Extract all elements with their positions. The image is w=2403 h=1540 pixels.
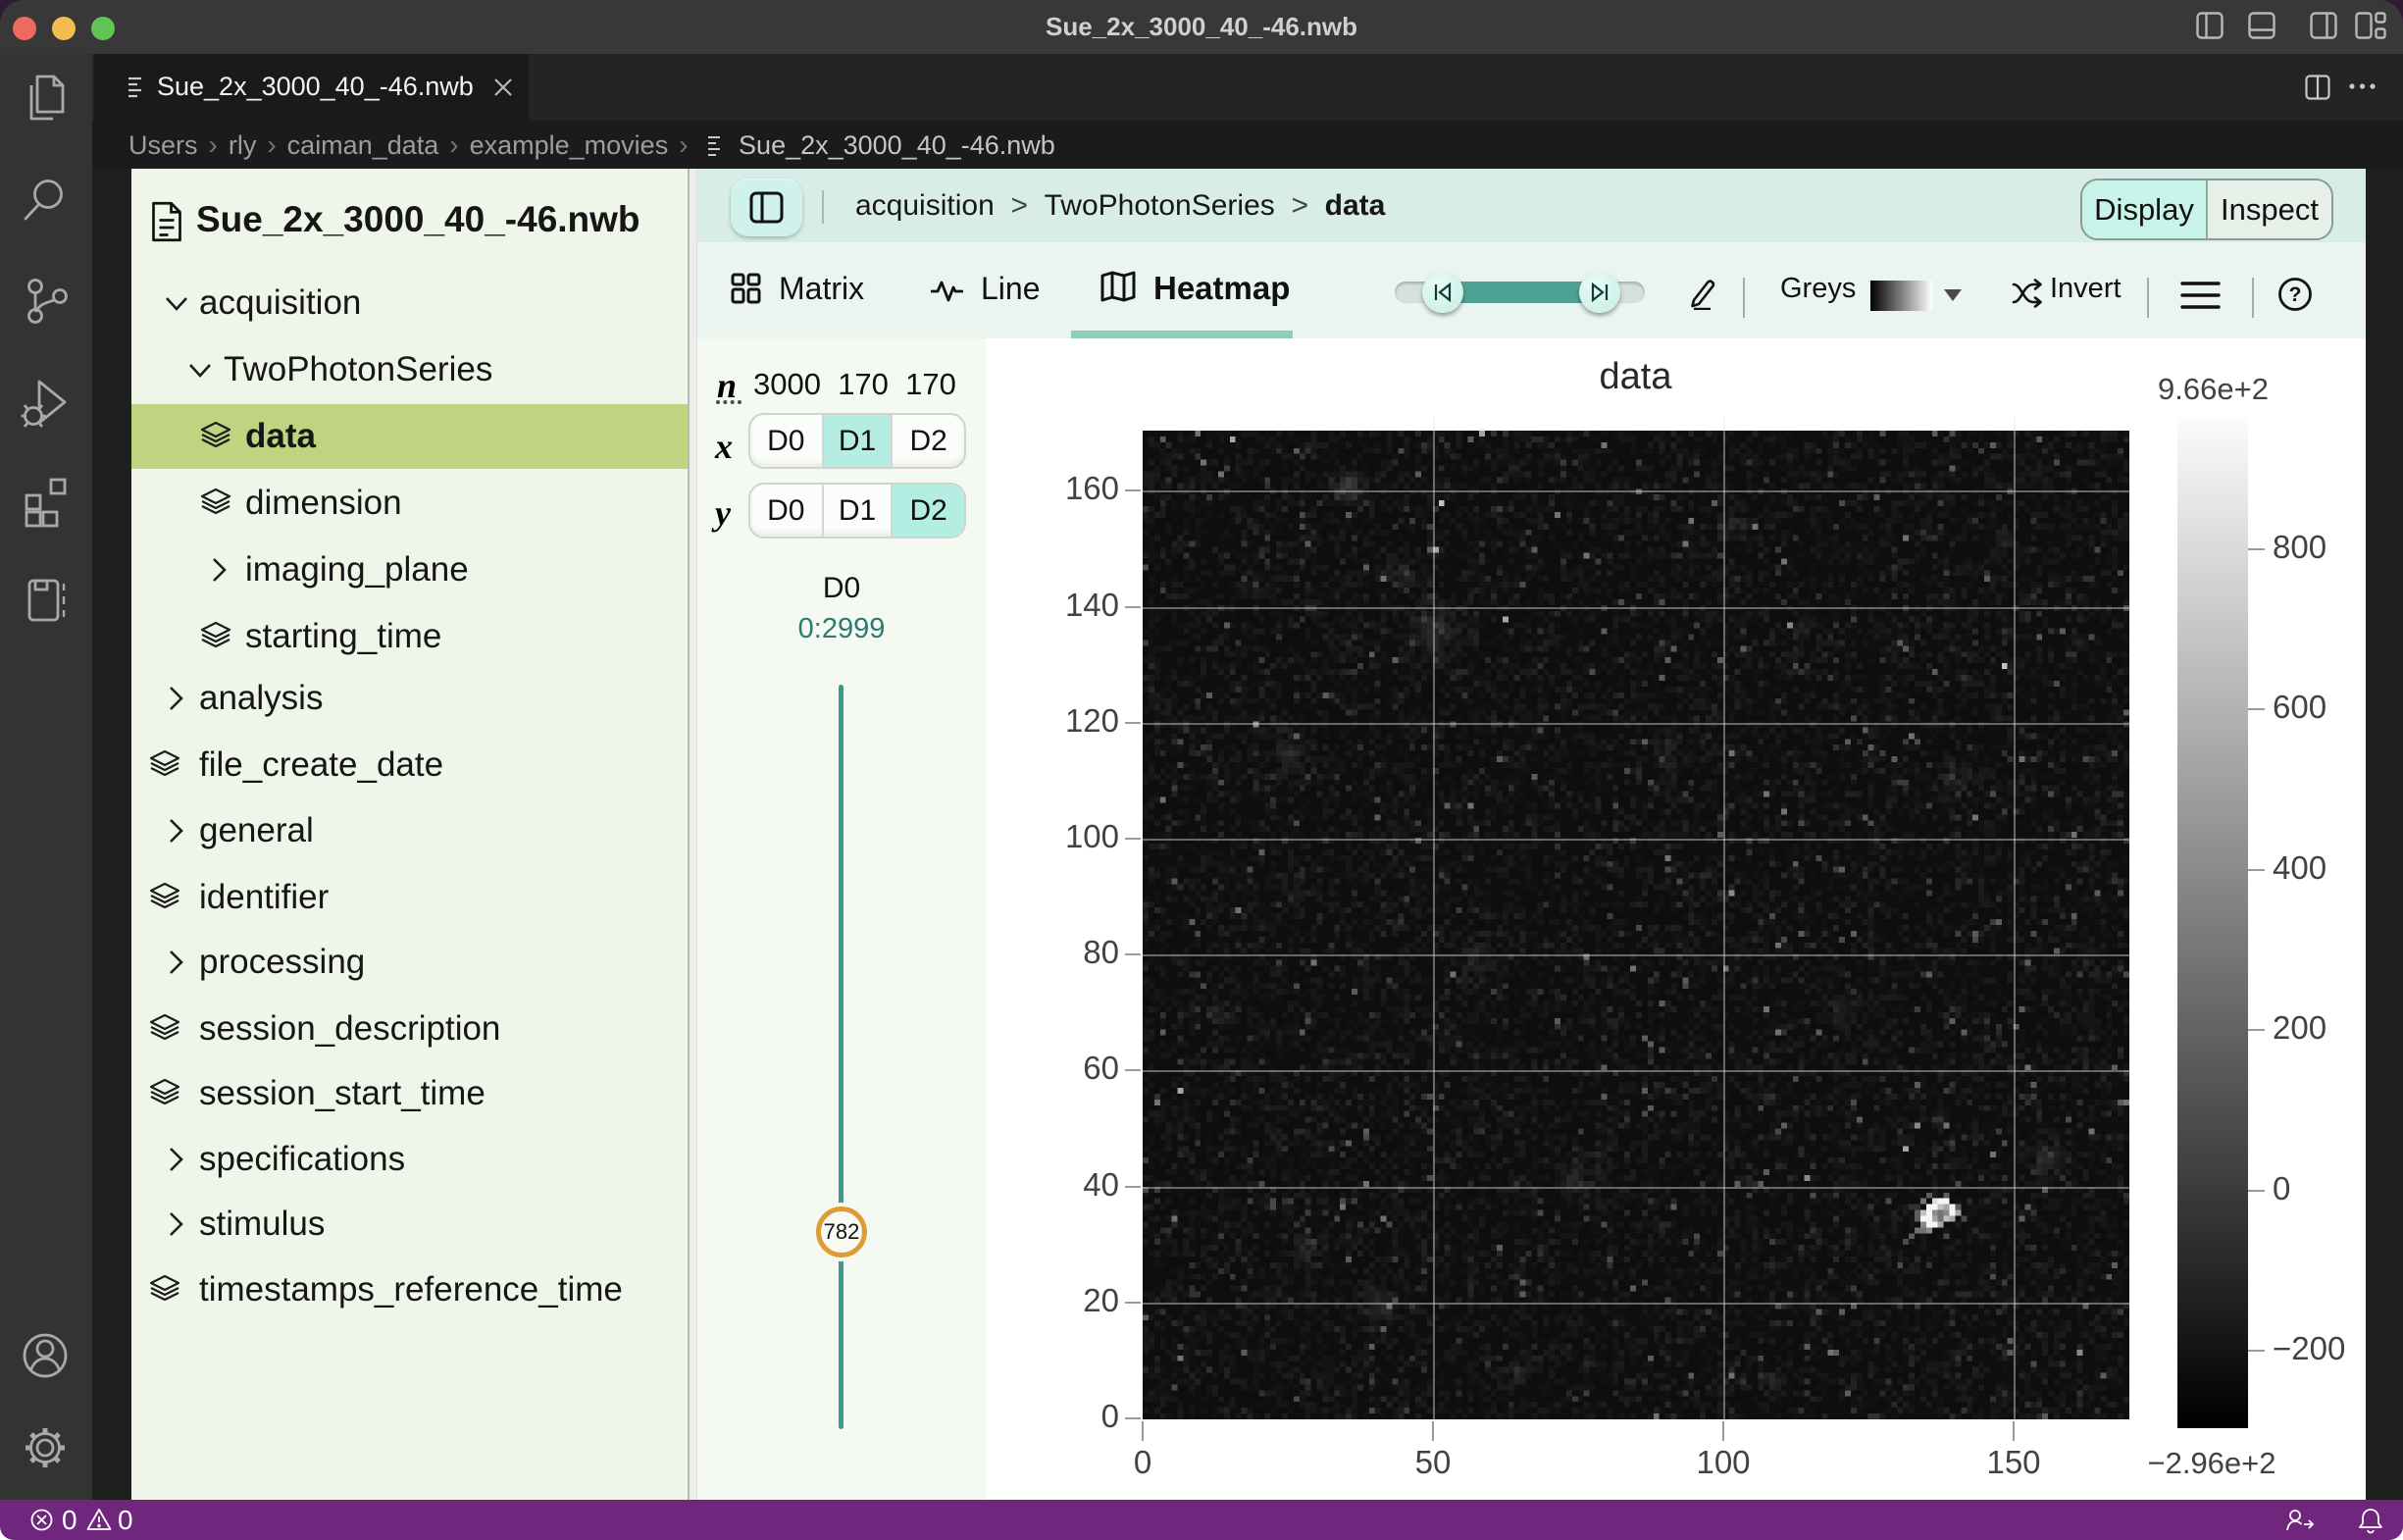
svg-text:?: ? — [2289, 283, 2302, 306]
